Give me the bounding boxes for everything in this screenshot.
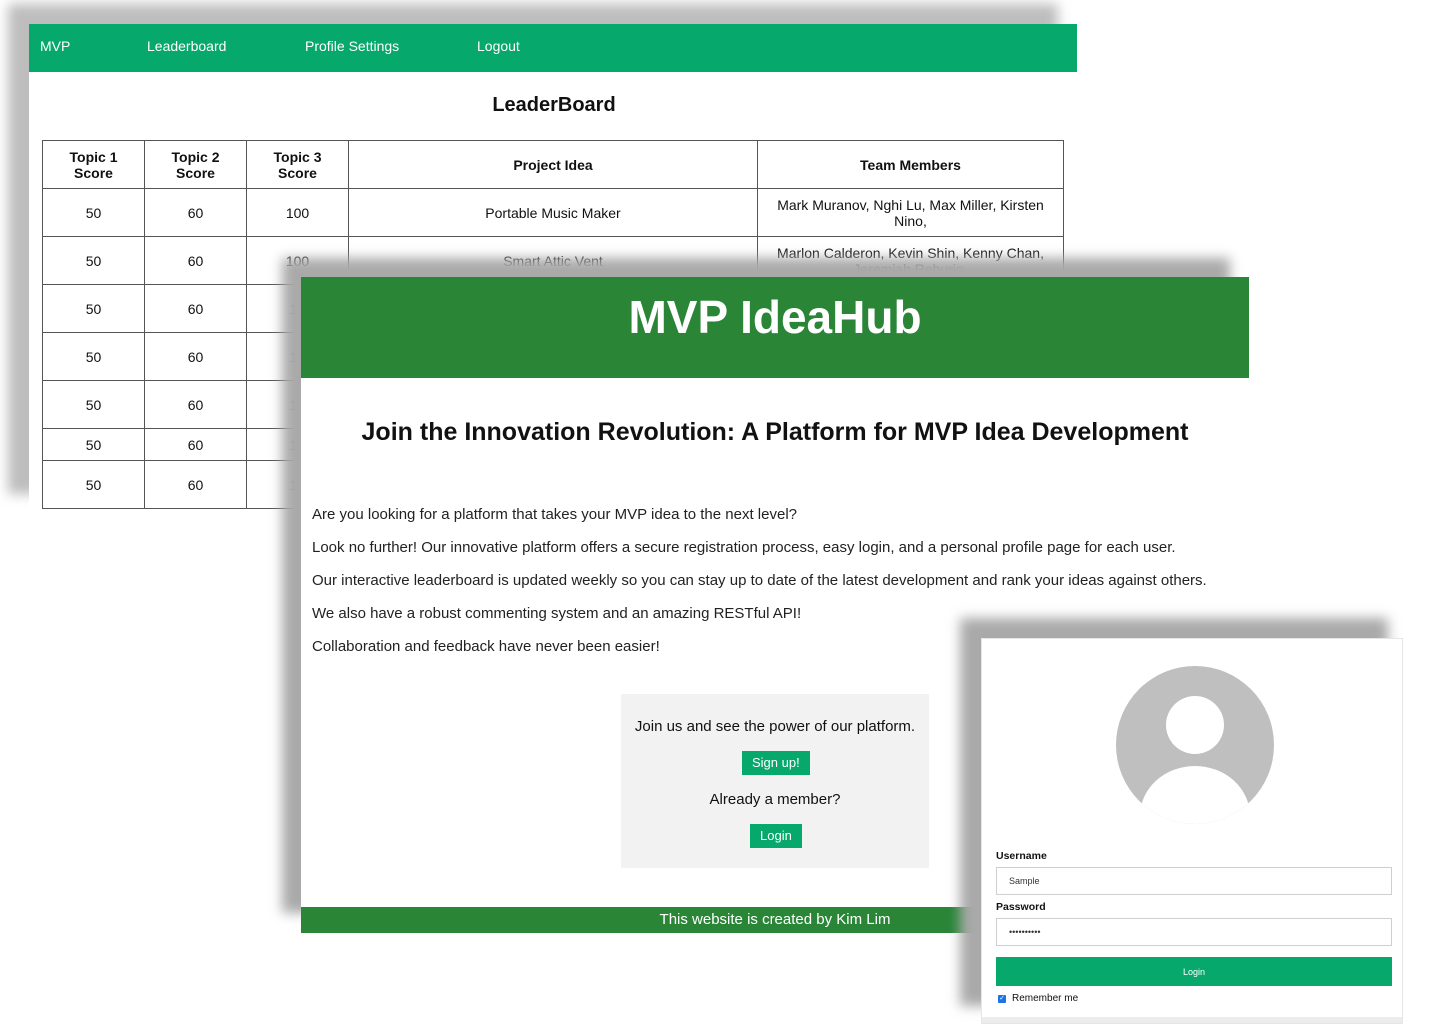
cta-member-text: Already a member? — [709, 791, 841, 808]
column-header: Topic 1 Score — [42, 140, 145, 189]
table-header-row: Topic 1 Score Topic 2 Score Topic 3 Scor… — [42, 140, 1064, 189]
table-cell: 60 — [144, 460, 247, 509]
intro-paragraph: Are you looking for a platform that take… — [312, 506, 797, 523]
user-avatar-icon — [1116, 666, 1274, 824]
signup-button[interactable]: Sign up! — [742, 751, 810, 775]
tagline-heading: Join the Innovation Revolution: A Platfo… — [361, 418, 1189, 446]
table-cell: 50 — [42, 332, 145, 381]
table-cell: Mark Muranov, Nghi Lu, Max Miller, Kirst… — [757, 188, 1064, 237]
cta-join-text: Join us and see the power of our platfor… — [634, 718, 916, 735]
remember-me-checkbox[interactable]: ✓ — [998, 994, 1006, 1003]
column-header: Project Idea — [348, 140, 758, 189]
login-window: Username Password Login ✓ Remember me — [981, 638, 1403, 1024]
table-cell: 60 — [144, 284, 247, 333]
table-cell: 60 — [144, 236, 247, 285]
hero-title: MVP IdeaHub — [628, 291, 922, 343]
remember-me-label: Remember me — [1012, 993, 1079, 1004]
avatar-body — [1140, 766, 1250, 824]
table-cell: 60 — [144, 188, 247, 237]
intro-paragraph: Look no further! Our innovative platform… — [312, 539, 1176, 556]
remember-me[interactable]: ✓ Remember me — [998, 993, 1078, 1004]
column-header: Team Members — [757, 140, 1064, 189]
page-title: LeaderBoard — [492, 94, 616, 116]
table-cell: 50 — [42, 380, 145, 429]
nav-leaderboard-link[interactable]: Leaderboard — [147, 38, 226, 54]
column-header: Topic 3 Score — [246, 140, 349, 189]
table-cell: 50 — [42, 236, 145, 285]
password-label: Password — [996, 901, 1046, 913]
table-cell: Portable Music Maker — [348, 188, 758, 237]
hero-banner: MVP IdeaHub — [301, 277, 1249, 378]
username-label: Username — [996, 850, 1047, 862]
table-cell: 50 — [42, 428, 145, 461]
table-cell: 60 — [144, 428, 247, 461]
top-nav: MVP Leaderboard Profile Settings Logout — [29, 24, 1077, 72]
intro-paragraph: We also have a robust commenting system … — [312, 605, 802, 622]
intro-paragraph: Collaboration and feedback have never be… — [312, 638, 660, 655]
table-cell: 100 — [246, 188, 349, 237]
table-cell: 50 — [42, 284, 145, 333]
table-cell: 60 — [144, 332, 247, 381]
column-header: Topic 2 Score — [144, 140, 247, 189]
cta-login-button[interactable]: Login — [750, 824, 802, 848]
bottom-strip — [982, 1017, 1402, 1023]
nav-logout-link[interactable]: Logout — [477, 38, 520, 54]
avatar-head — [1166, 696, 1224, 754]
table-cell: 50 — [42, 188, 145, 237]
username-field[interactable] — [996, 867, 1392, 895]
nav-brand-link[interactable]: MVP — [40, 38, 70, 54]
intro-paragraph: Our interactive leaderboard is updated w… — [312, 572, 1207, 589]
table-row: 50 60 100 Portable Music Maker Mark Mura… — [42, 188, 1064, 237]
table-cell: 60 — [144, 380, 247, 429]
nav-profile-settings-link[interactable]: Profile Settings — [305, 38, 399, 54]
table-cell: 50 — [42, 460, 145, 509]
cta-box: Join us and see the power of our platfor… — [621, 694, 929, 868]
password-field[interactable] — [996, 918, 1392, 946]
login-button[interactable]: Login — [996, 957, 1392, 986]
